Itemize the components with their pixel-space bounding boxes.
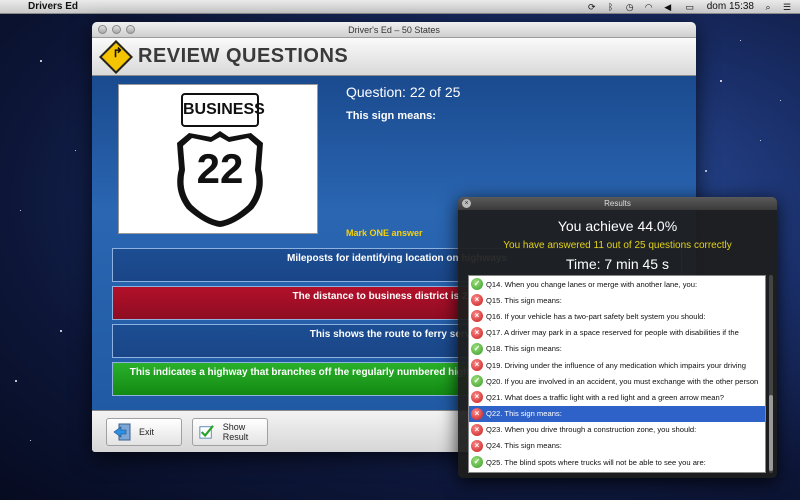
result-row-text: Q20. If you are involved in an accident,… bbox=[486, 376, 759, 386]
menu-clock[interactable]: dom 15:38 bbox=[707, 1, 754, 12]
result-row[interactable]: ✓ Q18. This sign means: bbox=[469, 341, 765, 357]
bluetooth-icon[interactable]: ᛒ bbox=[606, 2, 616, 12]
wrong-x-icon: × bbox=[471, 391, 483, 404]
close-results-icon[interactable]: × bbox=[462, 199, 471, 208]
time-machine-icon[interactable]: ◷ bbox=[625, 2, 635, 12]
result-row-text: Q25. The blind spots where trucks will n… bbox=[486, 457, 706, 467]
correct-check-icon: ✓ bbox=[471, 375, 483, 388]
result-row[interactable]: × Q17. A driver may park in a space reser… bbox=[469, 325, 765, 341]
spotlight-icon[interactable]: ⌕ bbox=[763, 2, 773, 12]
wrong-x-icon: × bbox=[471, 294, 483, 307]
exit-label: Exit bbox=[139, 427, 155, 437]
wrong-x-icon: × bbox=[471, 326, 483, 339]
checkbox-check-icon bbox=[199, 425, 214, 439]
volume-icon[interactable]: ◀ bbox=[663, 2, 673, 12]
correct-check-icon: ✓ bbox=[471, 278, 483, 291]
question-results-list[interactable]: ✓ Q14. When you change lanes or merge wit… bbox=[468, 275, 766, 473]
close-window-button[interactable] bbox=[98, 25, 107, 34]
show-result-label: Show Result bbox=[222, 422, 249, 442]
results-panel: × Results You achieve 44.0% You have ans… bbox=[458, 197, 777, 478]
result-row[interactable]: × Q22. This sign means: bbox=[469, 405, 765, 422]
result-row-text: Q19. Driving under the influence of any … bbox=[486, 360, 747, 370]
result-row-text: Q21. What does a traffic light with a re… bbox=[486, 392, 724, 402]
result-row-text: Q14. When you change lanes or merge with… bbox=[486, 279, 698, 289]
menu-bar: Drivers Ed ⟳ ᛒ ◷ ◠ ◀ ▭ dom 15:38 ⌕ ☰ bbox=[0, 0, 800, 14]
result-row[interactable]: ✓ Q25. The blind spots where trucks will … bbox=[469, 454, 765, 470]
result-row-text: Q24. This sign means: bbox=[486, 441, 562, 451]
question-prompt: This sign means: bbox=[346, 110, 436, 122]
result-row[interactable]: × Q16. If your vehicle has a two-part saf… bbox=[469, 308, 765, 324]
battery-icon[interactable]: ▭ bbox=[682, 2, 698, 12]
app-menu-name[interactable]: Drivers Ed bbox=[28, 1, 78, 12]
correct-check-icon: ✓ bbox=[471, 456, 483, 469]
wrong-x-icon: × bbox=[471, 310, 483, 323]
result-row-text: Q23. When you drive through a constructi… bbox=[486, 425, 697, 435]
answered-summary: You have answered 11 out of 25 questions… bbox=[503, 240, 732, 251]
result-row-text: Q17. A driver may park in a space reserv… bbox=[486, 328, 739, 338]
question-number: Question: 22 of 25 bbox=[346, 84, 461, 100]
wifi-icon[interactable]: ◠ bbox=[644, 2, 654, 12]
sync-icon[interactable]: ⟳ bbox=[587, 2, 597, 12]
show-result-button[interactable]: Show Result bbox=[192, 418, 268, 446]
result-row[interactable]: × Q24. This sign means: bbox=[469, 438, 765, 454]
result-row[interactable]: ✓ Q20. If you are involved in an accident… bbox=[469, 373, 765, 389]
notification-list-icon[interactable]: ☰ bbox=[782, 2, 792, 12]
window-controls bbox=[98, 25, 135, 34]
result-row-text: Q22. This sign means: bbox=[486, 409, 562, 419]
window-titlebar: Driver's Ed – 50 States bbox=[92, 22, 696, 38]
score-text: You achieve 44.0% bbox=[557, 218, 678, 234]
minimize-window-button[interactable] bbox=[112, 25, 121, 34]
result-row-text: Q15. This sign means: bbox=[486, 295, 562, 305]
result-row[interactable]: × Q19. Driving under the influence of any… bbox=[469, 357, 765, 373]
status-area: ⟳ ᛒ ◷ ◠ ◀ ▭ dom 15:38 ⌕ ☰ bbox=[587, 1, 800, 12]
result-row-text: Q16. If your vehicle has a two-part safe… bbox=[486, 311, 706, 321]
app-header: REVIEW QUESTIONS bbox=[92, 38, 696, 76]
result-row[interactable]: × Q23. When you drive through a construct… bbox=[469, 422, 765, 438]
exit-button[interactable]: Exit bbox=[106, 418, 182, 446]
sign-image: BUSINESS 22 bbox=[118, 84, 318, 234]
result-row[interactable]: × Q21. What does a traffic light with a r… bbox=[469, 389, 765, 405]
wrong-x-icon: × bbox=[471, 423, 483, 436]
correct-check-icon: ✓ bbox=[471, 342, 483, 355]
business-plate: BUSINESS bbox=[181, 93, 265, 127]
results-title: Results bbox=[604, 199, 631, 208]
exit-door-icon bbox=[113, 423, 131, 441]
wrong-x-icon: × bbox=[471, 407, 483, 420]
wrong-x-icon: × bbox=[471, 359, 483, 372]
result-row-text: Q18. This sign means: bbox=[486, 344, 562, 354]
road-sign-logo-icon bbox=[99, 39, 133, 74]
wrong-x-icon: × bbox=[471, 439, 483, 452]
elapsed-time: Time: 7 min 45 s bbox=[566, 256, 669, 272]
result-row[interactable]: ✓ Q14. When you change lanes or merge wit… bbox=[469, 276, 765, 292]
results-titlebar: × Results bbox=[458, 197, 777, 210]
page-title: REVIEW QUESTIONS bbox=[138, 45, 349, 67]
route-number: 22 bbox=[196, 145, 244, 192]
window-title: Driver's Ed – 50 States bbox=[348, 25, 440, 35]
zoom-window-button[interactable] bbox=[126, 25, 135, 34]
result-row[interactable]: × Q15. This sign means: bbox=[469, 292, 765, 308]
results-scrollbar[interactable] bbox=[768, 275, 774, 473]
answer-instruction: Mark ONE answer bbox=[346, 228, 423, 238]
